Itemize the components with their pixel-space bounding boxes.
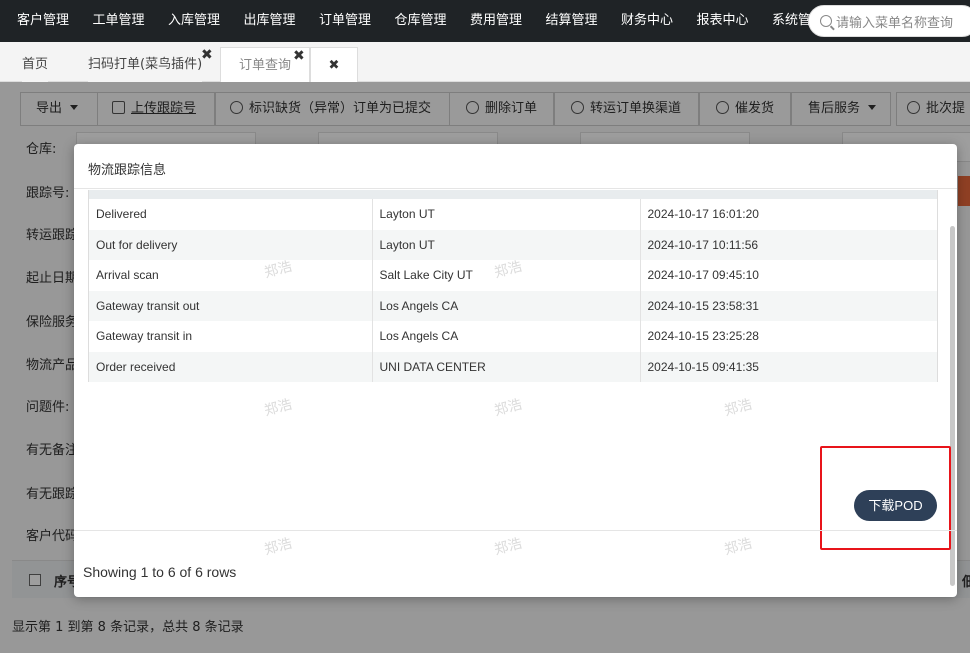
menu-inbound[interactable]: 入库管理	[151, 0, 227, 42]
menu-orders[interactable]: 订单管理	[302, 0, 378, 42]
status-cell: Gateway transit out	[89, 290, 373, 321]
divider	[74, 188, 957, 189]
tracking-table: Delivered Layton UT 2024-10-17 16:01:20 …	[88, 190, 938, 382]
menu-fees[interactable]: 费用管理	[453, 0, 529, 42]
watermark: 郑浩	[262, 535, 294, 559]
close-icon[interactable]: ✖	[293, 39, 305, 74]
menu-finance[interactable]: 财务中心	[604, 0, 680, 42]
close-icon[interactable]: ✖	[201, 38, 213, 73]
menu-customer[interactable]: 客户管理	[0, 0, 76, 42]
table-row: Order received UNI DATA CENTER 2024-10-1…	[89, 351, 937, 382]
tab-home[interactable]: 首页	[22, 47, 49, 82]
watermark: 郑浩	[492, 396, 524, 420]
tracking-info-modal: 物流跟踪信息 Delivered Layton UT 2024-10-17 16…	[74, 144, 957, 597]
tab-scan-print[interactable]: 扫码打单(菜鸟插件) ✖	[88, 47, 213, 82]
status-cell: Delivered	[89, 199, 373, 230]
watermark: 郑浩	[492, 535, 524, 559]
menu-search-input[interactable]: 请输入菜单名称查询	[808, 5, 970, 37]
watermark: 郑浩	[722, 535, 754, 559]
pagination-info: Showing 1 to 6 of 6 rows	[83, 564, 237, 580]
tab-bar: 首页 扫码打单(菜鸟插件) ✖ 订单查询 ✖ ✖	[0, 42, 970, 82]
main-menu: 客户管理 工单管理 入库管理 出库管理 订单管理 仓库管理 费用管理 结算管理 …	[0, 0, 831, 42]
location-cell: Layton UT	[372, 229, 641, 260]
location-cell: UNI DATA CENTER	[372, 351, 641, 382]
time-cell: 2024-10-17 10:11:56	[647, 237, 759, 252]
time-cell: 2024-10-17 16:01:20	[647, 207, 759, 222]
table-row: Out for delivery Layton UT 2024-10-17 10…	[89, 229, 937, 260]
search-icon	[820, 15, 832, 27]
menu-settlement[interactable]: 结算管理	[529, 0, 605, 42]
table-row: Gateway transit out Los Angels CA 2024-1…	[89, 290, 937, 321]
menu-workorder[interactable]: 工单管理	[76, 0, 152, 42]
close-icon: ✖	[328, 58, 340, 73]
table-row: Delivered Layton UT 2024-10-17 16:01:20	[89, 199, 937, 230]
table-row: Gateway transit in Los Angels CA 2024-10…	[89, 321, 937, 352]
location-cell: Layton UT	[372, 199, 641, 230]
status-cell: Arrival scan	[89, 260, 373, 291]
status-cell: Order received	[89, 351, 373, 382]
status-cell: Gateway transit in	[89, 321, 373, 352]
download-pod-button[interactable]: 下载POD	[854, 490, 937, 521]
menu-outbound[interactable]: 出库管理	[227, 0, 303, 42]
menu-reports[interactable]: 报表中心	[680, 0, 756, 42]
search-placeholder: 请输入菜单名称查询	[836, 15, 954, 31]
divider	[74, 530, 957, 531]
tab-order-query[interactable]: 订单查询 ✖	[220, 47, 310, 82]
modal-title: 物流跟踪信息	[88, 163, 167, 178]
watermark: 郑浩	[262, 396, 294, 420]
location-cell: Los Angels CA	[372, 321, 641, 352]
time-cell: 2024-10-15 23:58:31	[647, 298, 759, 313]
tracking-rows: Delivered Layton UT 2024-10-17 16:01:20 …	[89, 199, 937, 382]
table-header-strip	[89, 190, 937, 199]
close-tab-button[interactable]: ✖	[310, 47, 358, 82]
time-cell: 2024-10-15 09:41:35	[647, 359, 759, 374]
watermark: 郑浩	[722, 396, 754, 420]
time-cell: 2024-10-17 09:45:10	[647, 268, 759, 283]
location-cell: Los Angels CA	[372, 290, 641, 321]
status-cell: Out for delivery	[89, 229, 373, 260]
top-nav: 客户管理 工单管理 入库管理 出库管理 订单管理 仓库管理 费用管理 结算管理 …	[0, 0, 970, 42]
time-cell: 2024-10-15 23:25:28	[647, 329, 759, 344]
menu-warehouse[interactable]: 仓库管理	[378, 0, 454, 42]
